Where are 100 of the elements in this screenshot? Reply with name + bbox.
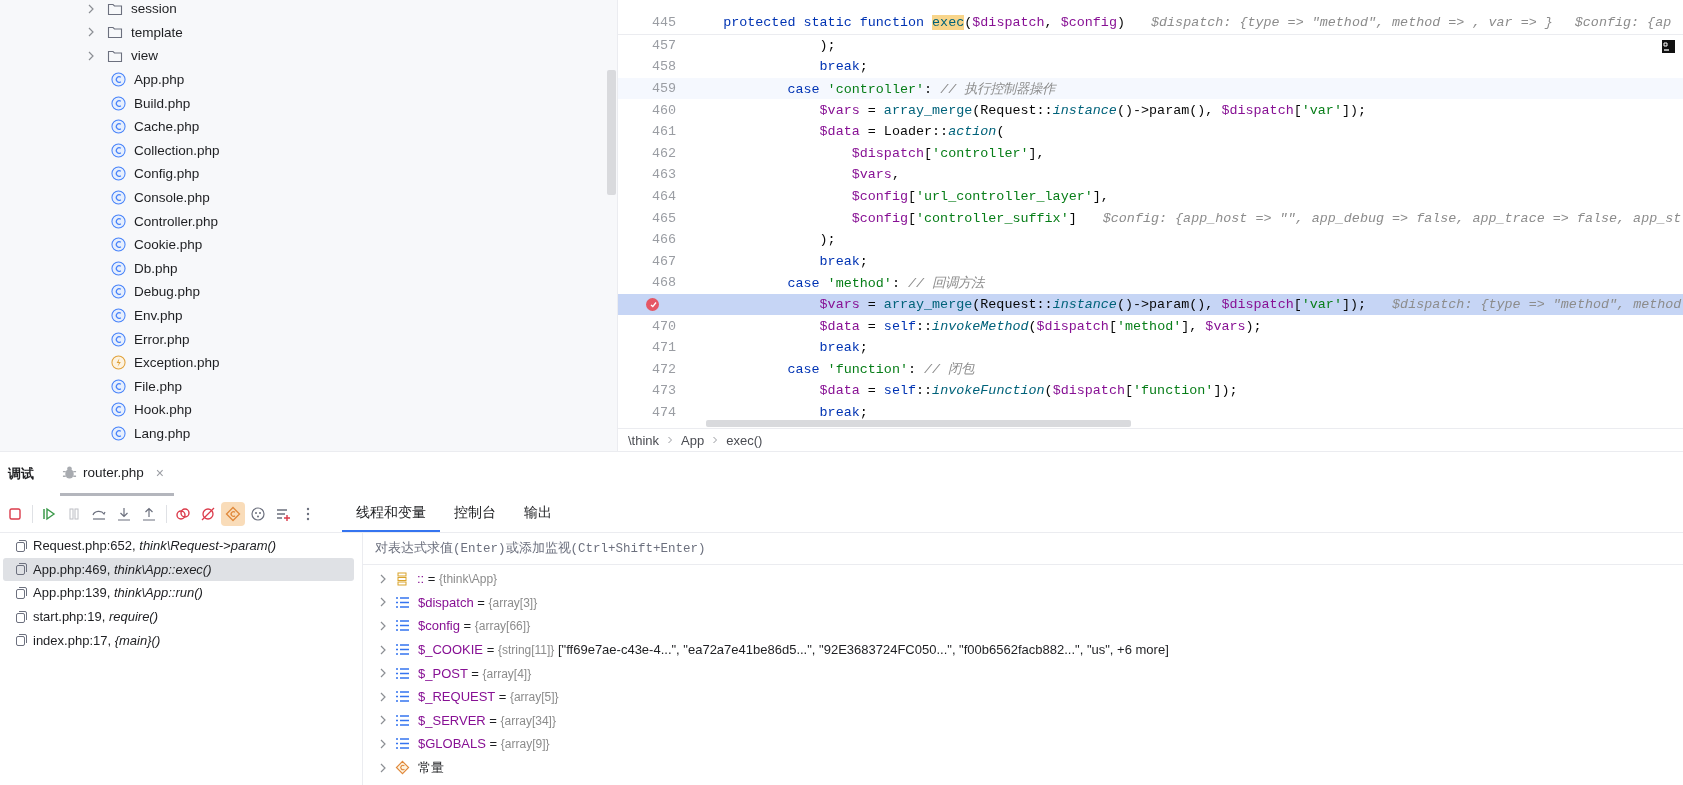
class-icon [111,284,126,300]
bug-icon [62,465,77,480]
chevron-right-icon[interactable] [379,644,387,655]
variable-entry[interactable]: $config = {array[66]} [418,618,531,634]
class-icon [111,190,126,206]
code-line: $vars, [850,167,900,183]
view-tab[interactable]: 线程和变量 [342,496,440,532]
view-tab[interactable]: 控制台 [440,496,510,532]
view-tab[interactable]: 输出 [510,496,566,532]
diamond-icon [225,506,241,522]
tree-item[interactable]: File.php [134,378,183,394]
lightning-icon [111,355,126,371]
tree-item[interactable]: Hook.php [134,402,192,418]
tree-item[interactable]: App.php [134,72,185,88]
tree-item[interactable]: Config.php [134,166,200,182]
folder-icon [107,1,123,16]
tree-item[interactable]: session [131,1,177,17]
class-icon [111,95,126,111]
variable-entry[interactable]: $_REQUEST = {array[5]} [418,689,559,705]
class-icon [111,308,126,323]
class-icon [111,237,126,253]
line-number: 458 [651,59,676,75]
line-number: 464 [651,189,676,205]
code-line: $data = Loader::action( [818,124,1005,140]
tree-item[interactable]: template [131,24,183,40]
variable-entry[interactable]: $_POST = {array[4]} [418,665,532,681]
session-tab[interactable]: router.php × [60,452,174,496]
breadcrumb[interactable]: App [681,432,705,448]
list-icon [395,595,410,609]
expression-field[interactable]: 对表达式求值(Enter)或添加监视(Ctrl+Shift+Enter) [363,532,1683,565]
tree-item[interactable]: Collection.php [134,142,220,158]
play-bar-icon [41,506,57,522]
tree-item[interactable]: Console.php [134,190,210,206]
tree-item[interactable]: Error.php [134,331,190,347]
chevron-right-icon[interactable] [712,435,719,445]
frame-location: index.php:17, {main}() [33,632,161,648]
stack-frame[interactable]: App.php:139, think\App::run() [3,581,354,605]
class-icon [111,213,126,229]
variable-entry[interactable]: $dispatch = {array[3]} [418,594,538,610]
stack-frame[interactable]: Request.php:652, think\Request->param() [3,534,354,558]
stack-frame[interactable]: App.php:469, think\App::exec() [3,557,354,582]
stack-frame[interactable]: index.php:17, {main}() [3,628,354,652]
code-line: case 'method': // 回调方法 [786,274,985,292]
code-line: $vars = array_merge(Request::instance()->param(), $dispatch['var']); [818,297,1367,312]
chevron-right-icon[interactable] [87,51,95,61]
breakpoint-icon[interactable] [645,297,660,312]
class-icon [111,72,126,88]
code-line: $config['url_controller_layer'], [850,189,1109,205]
chevron-right-icon[interactable] [379,597,387,608]
tree-item[interactable]: Env.php [134,308,183,323]
folder-icon [107,25,123,40]
class-icon [111,426,126,441]
chevron-right-icon[interactable] [87,27,95,38]
chevron-right-icon[interactable] [87,3,95,14]
chevron-right-icon[interactable] [379,668,387,679]
tree-item[interactable]: Db.php [134,260,178,276]
line-number: 445 [651,14,676,30]
breadcrumb[interactable]: exec() [726,432,763,448]
code-line: $dispatch['controller'], [850,145,1045,161]
tree-item[interactable]: Lang.php [134,426,191,441]
chevron-right-icon[interactable] [379,715,387,726]
scrollbar[interactable] [706,420,1131,427]
frame-location: start.php:19, require() [33,609,159,625]
variable-entry[interactable]: 常量 [418,758,444,777]
tree-item[interactable]: Build.php [134,95,191,111]
variable-entry[interactable]: $GLOBALS = {array[9]} [418,736,550,752]
chevron-right-icon[interactable] [379,762,387,773]
tree-item[interactable]: Debug.php [134,284,201,300]
dotted-circle-icon [250,506,266,522]
variable-entry[interactable]: $_COOKIE = {string[11]} ["ff69e7ae-c43e-4...", "ea72a7e41be86d5...", "92E3683724FC050...", "f00b6562facb882...", "us", +6 more] [418,642,1169,658]
chevron-right-icon[interactable] [379,573,387,584]
code-line: $config['controller_suffix'] [850,210,1077,226]
line-number: 462 [651,145,676,161]
tree-item[interactable]: Cache.php [134,119,200,135]
diamond-toggle-button[interactable] [221,502,245,526]
line-number: 457 [651,37,676,53]
stack-frame[interactable]: start.php:19, require() [3,604,354,629]
breadcrumb[interactable]: \think [628,432,660,448]
variable-entry[interactable]: $_SERVER = {array[34]} [418,712,556,728]
chevron-right-icon[interactable] [379,691,387,702]
tree-item[interactable]: Cookie.php [134,237,203,253]
tree-item[interactable]: Exception.php [134,355,220,371]
tree-item[interactable]: view [131,48,158,64]
panel-title: 调试 [8,465,34,483]
chevron-right-icon[interactable] [379,738,387,749]
chevron-right-icon[interactable] [379,621,387,631]
line-number: 467 [651,253,676,269]
list-icon [395,737,410,751]
code-line: case 'controller': // 执行控制器操作 [786,80,1056,98]
diamond-icon [395,760,410,776]
frame-icon [16,634,27,647]
line-number: 461 [651,124,676,140]
variable-entry[interactable]: :: = {think\App} [417,571,498,587]
crossed-circle-icon [200,506,216,522]
list-icon [395,619,410,633]
frame-icon [16,587,27,599]
chevron-right-icon[interactable] [667,435,674,445]
line-number: 465 [651,210,676,226]
tree-item[interactable]: Controller.php [134,213,219,229]
scrollbar[interactable] [607,70,616,195]
